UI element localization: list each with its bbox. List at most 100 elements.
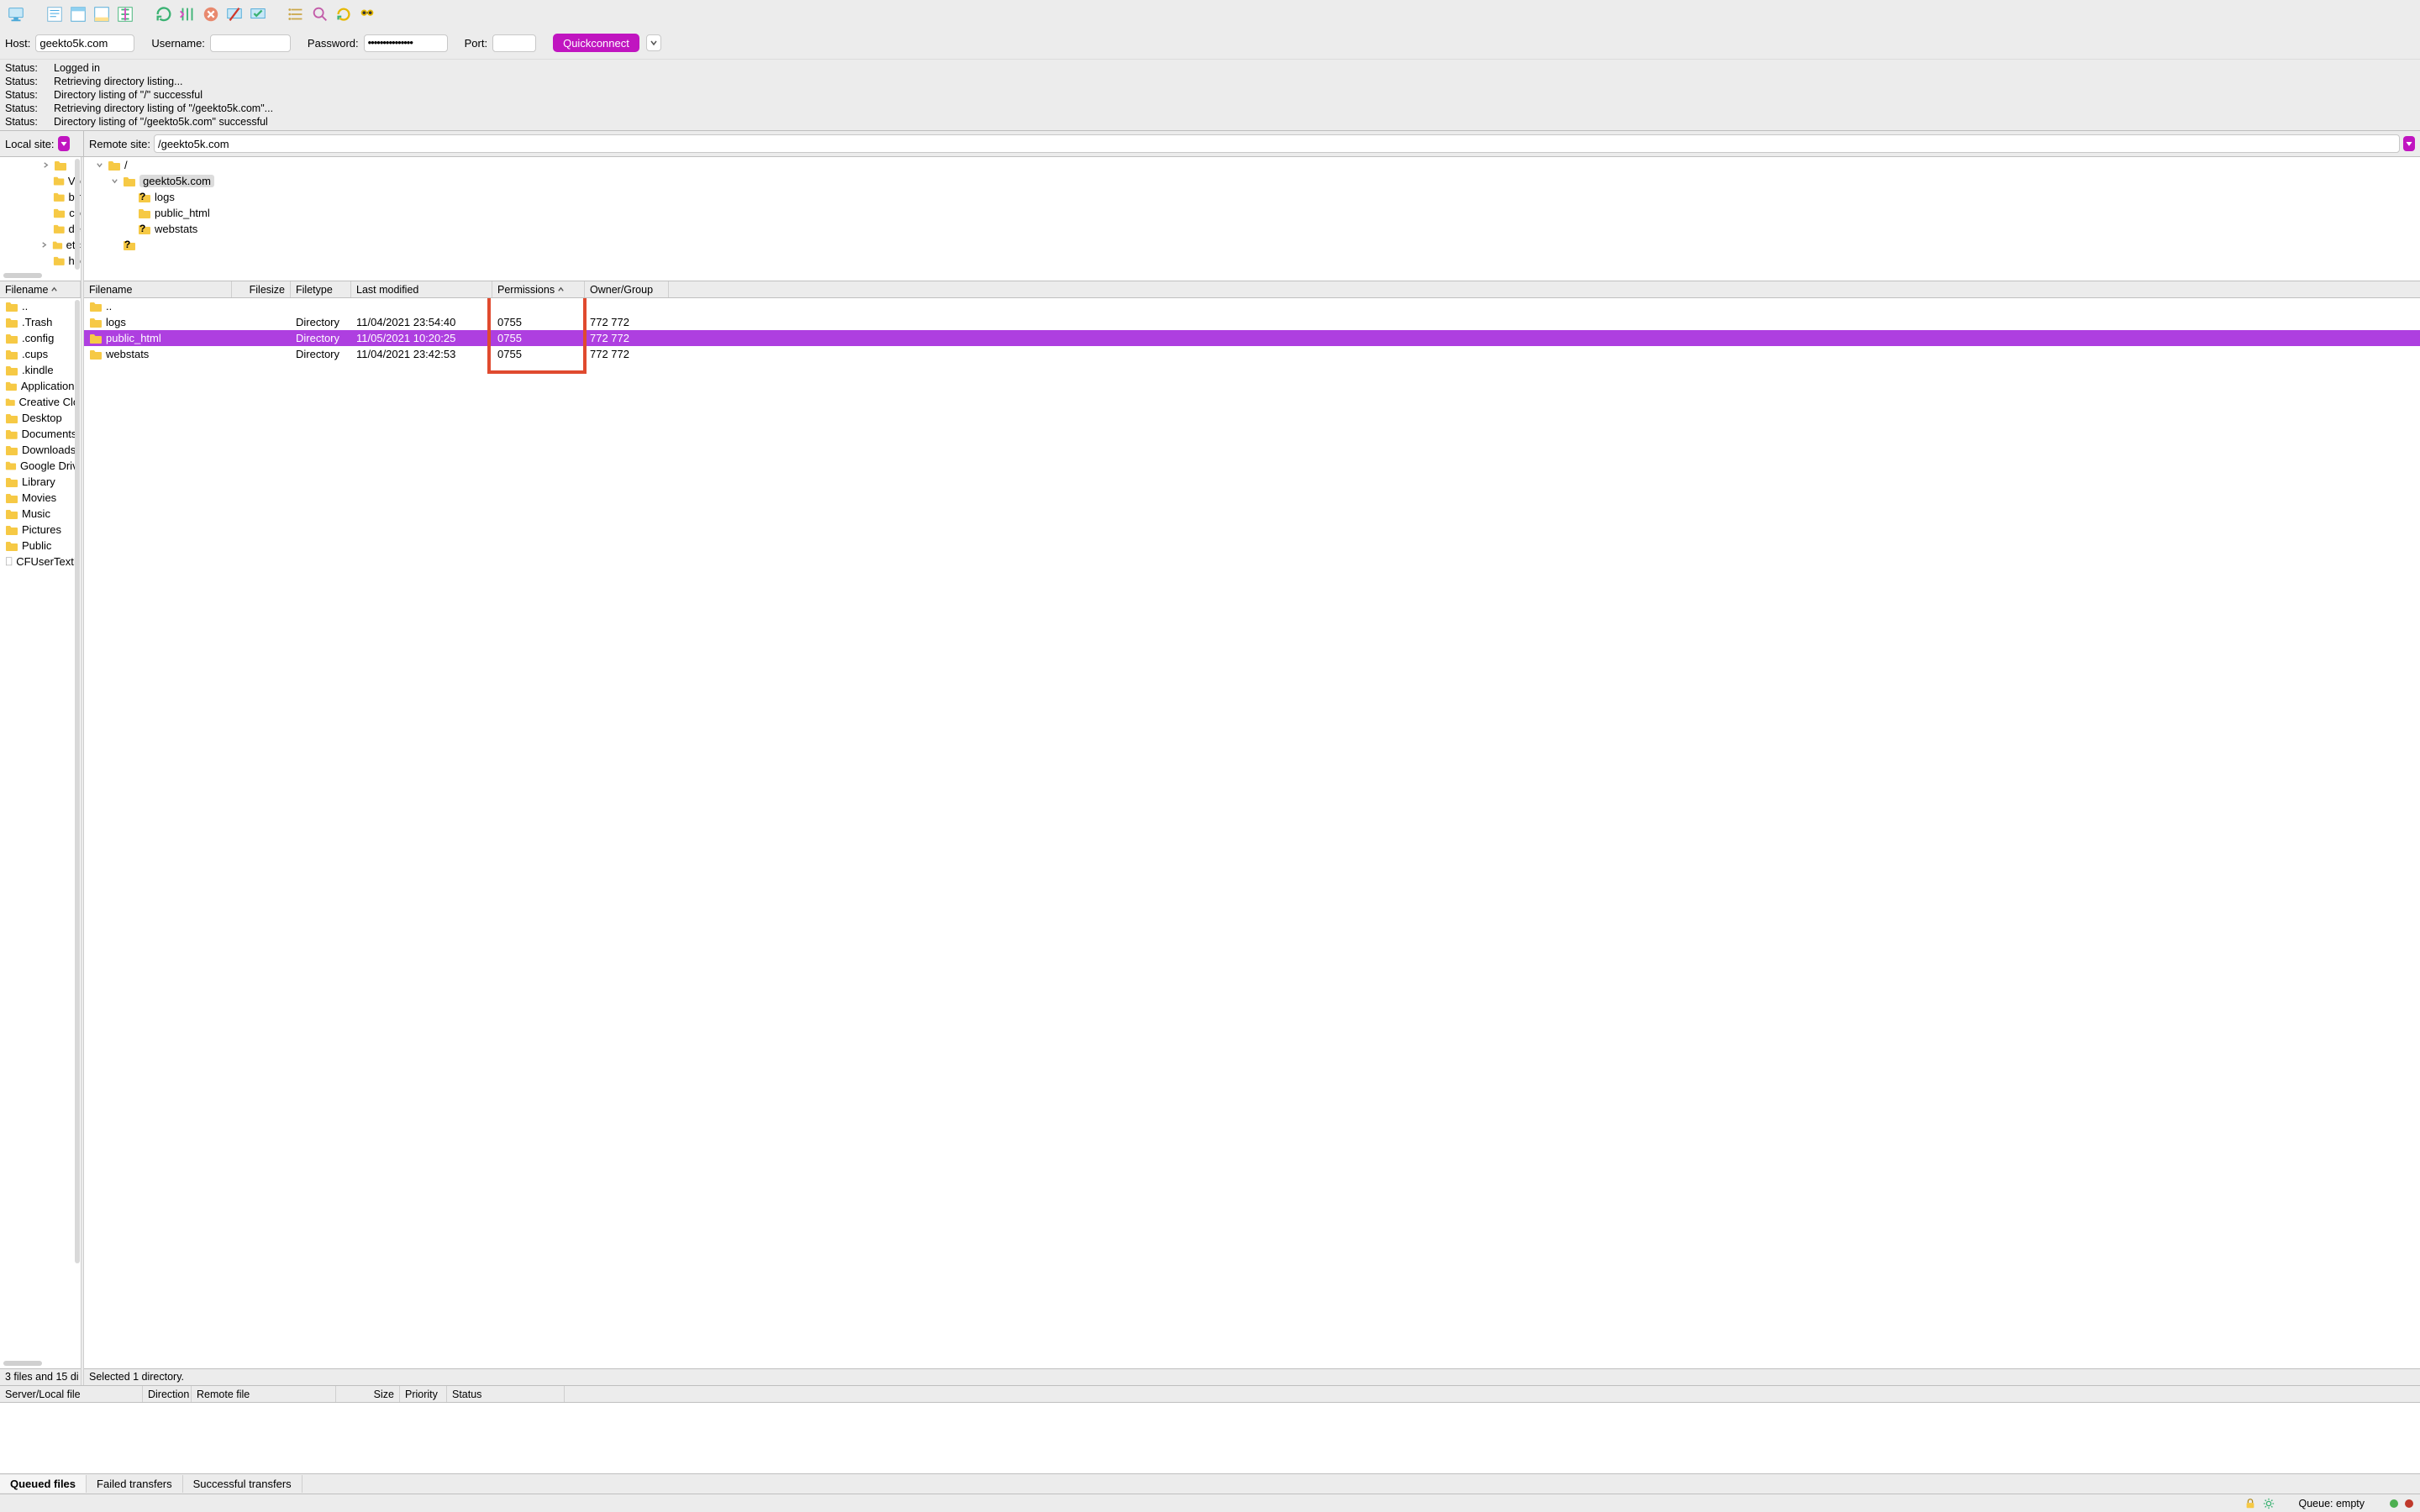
col-last-modified[interactable]: Last modified — [356, 284, 418, 296]
list-item[interactable]: Library — [0, 474, 81, 490]
tree-item[interactable]: co — [0, 205, 81, 221]
scrollbar[interactable] — [3, 273, 42, 278]
find-icon[interactable] — [356, 3, 378, 25]
tab-queued-files[interactable]: Queued files — [0, 1475, 87, 1493]
scrollbar[interactable] — [75, 159, 80, 270]
tab-successful-transfers[interactable]: Successful transfers — [183, 1475, 302, 1493]
scrollbar[interactable] — [3, 1361, 42, 1366]
list-item[interactable]: Movies — [0, 490, 81, 506]
password-input[interactable]: ••••••••••••••• — [364, 34, 448, 52]
site-manager-icon[interactable] — [5, 3, 27, 25]
status-bar: Queue: empty — [0, 1494, 2420, 1512]
list-item[interactable]: .cups — [0, 346, 81, 362]
col-owner-group[interactable]: Owner/Group — [590, 284, 653, 296]
quickconnect-button[interactable]: Quickconnect — [553, 34, 639, 52]
list-item[interactable]: .. — [0, 298, 81, 314]
filter-icon[interactable] — [309, 3, 331, 25]
tree-item[interactable]: de — [0, 221, 81, 237]
local-site-dropdown[interactable] — [58, 136, 70, 151]
col-remote-file[interactable]: Remote file — [197, 1389, 250, 1400]
list-item[interactable]: logsDirectory11/04/2021 23:54:400755772 … — [84, 314, 2420, 330]
tree-item[interactable]: ho — [0, 253, 81, 269]
toggle-log-icon[interactable] — [44, 3, 66, 25]
list-item[interactable]: Creative Cloud — [0, 394, 81, 410]
list-item[interactable]: .kindle — [0, 362, 81, 378]
remote-list-header[interactable]: Filename Filesize Filetype Last modified… — [84, 281, 2420, 298]
toggle-local-tree-icon[interactable] — [67, 3, 89, 25]
folder-icon — [89, 333, 103, 344]
col-permissions[interactable]: Permissions — [497, 284, 555, 296]
list-item[interactable]: Pictures — [0, 522, 81, 538]
port-input[interactable] — [492, 34, 536, 52]
col-server-local[interactable]: Server/Local file — [5, 1389, 81, 1400]
list-item[interactable]: Applications — [0, 378, 81, 394]
local-list-header[interactable]: Filename — [0, 281, 81, 298]
list-item[interactable]: Downloads — [0, 442, 81, 458]
col-filename[interactable]: Filename — [5, 284, 48, 296]
local-file-list[interactable]: ...Trash.config.cups.kindleApplicationsC… — [0, 298, 81, 1368]
list-item[interactable]: .Trash — [0, 314, 81, 330]
file-list-icon[interactable] — [286, 3, 308, 25]
tree-label: logs — [155, 191, 175, 203]
col-filesize[interactable]: Filesize — [250, 284, 285, 296]
remote-site-path[interactable] — [154, 134, 2400, 153]
log-msg: Retrieving directory listing of "/geekto… — [54, 102, 273, 115]
tab-failed-transfers[interactable]: Failed transfers — [87, 1475, 183, 1493]
list-item[interactable]: .config — [0, 330, 81, 346]
tree-item[interactable]: logs — [84, 189, 2420, 205]
message-log[interactable]: Status:Logged inStatus:Retrieving direct… — [0, 59, 2420, 131]
list-item[interactable]: CFUserTextEncoding — [0, 554, 81, 570]
list-item[interactable]: Documents — [0, 426, 81, 442]
filename: public_html — [106, 332, 161, 344]
disclosure-triangle-icon[interactable] — [40, 161, 50, 169]
list-item[interactable]: Public — [0, 538, 81, 554]
scrollbar[interactable] — [75, 300, 80, 1263]
list-item[interactable]: public_htmlDirectory11/05/2021 10:20:250… — [84, 330, 2420, 346]
list-item[interactable]: Desktop — [0, 410, 81, 426]
list-item[interactable]: Google Drive — [0, 458, 81, 474]
filetype: Directory — [291, 332, 351, 344]
gear-icon[interactable] — [2263, 1498, 2275, 1509]
col-filetype[interactable]: Filetype — [296, 284, 333, 296]
col-priority[interactable]: Priority — [405, 1389, 438, 1400]
username-input[interactable] — [210, 34, 291, 52]
cancel-icon[interactable] — [200, 3, 222, 25]
tree-item[interactable]: etc — [0, 237, 81, 253]
reconnect-icon[interactable] — [247, 3, 269, 25]
refresh-icon[interactable] — [153, 3, 175, 25]
list-item[interactable]: Music — [0, 506, 81, 522]
folder-icon — [53, 207, 66, 219]
lock-icon[interactable] — [2244, 1498, 2256, 1509]
disclosure-triangle-icon[interactable] — [40, 241, 49, 249]
transfer-queue-body[interactable] — [0, 1403, 2420, 1473]
tree-item[interactable]: webstats — [84, 221, 2420, 237]
tree-item[interactable]: Vo — [0, 173, 81, 189]
quickconnect-history-dropdown[interactable] — [646, 34, 661, 51]
col-size[interactable]: Size — [374, 1389, 394, 1400]
col-status[interactable]: Status — [452, 1389, 481, 1400]
compare-icon[interactable] — [333, 3, 355, 25]
tree-item[interactable]: geekto5k.com — [84, 173, 2420, 189]
col-direction[interactable]: Direction — [148, 1389, 189, 1400]
remote-file-list[interactable]: ..logsDirectory11/04/2021 23:54:40075577… — [84, 298, 2420, 1368]
tree-item[interactable] — [84, 237, 2420, 253]
transfer-queue-header[interactable]: Server/Local file Direction Remote file … — [0, 1386, 2420, 1403]
remote-directory-tree[interactable]: /geekto5k.com logs public_htmlwebstats — [84, 157, 2420, 281]
tree-item[interactable]: public_html — [84, 205, 2420, 221]
tree-item[interactable]: bir — [0, 189, 81, 205]
disclosure-triangle-icon[interactable] — [94, 161, 104, 169]
host-input[interactable] — [35, 34, 134, 52]
tree-item[interactable] — [0, 157, 81, 173]
list-item[interactable]: webstatsDirectory11/04/2021 23:42:530755… — [84, 346, 2420, 362]
disconnect-icon[interactable] — [224, 3, 245, 25]
toggle-remote-tree-icon[interactable] — [91, 3, 113, 25]
filetype: Directory — [291, 316, 351, 328]
list-item[interactable]: .. — [84, 298, 2420, 314]
local-directory-tree[interactable]: Vobircodeetcho — [0, 157, 81, 281]
tree-item[interactable]: / — [84, 157, 2420, 173]
process-queue-icon[interactable] — [176, 3, 198, 25]
toggle-queue-icon[interactable] — [114, 3, 136, 25]
disclosure-triangle-icon[interactable] — [109, 177, 119, 185]
col-filename[interactable]: Filename — [89, 284, 132, 296]
remote-site-dropdown[interactable] — [2403, 136, 2415, 151]
